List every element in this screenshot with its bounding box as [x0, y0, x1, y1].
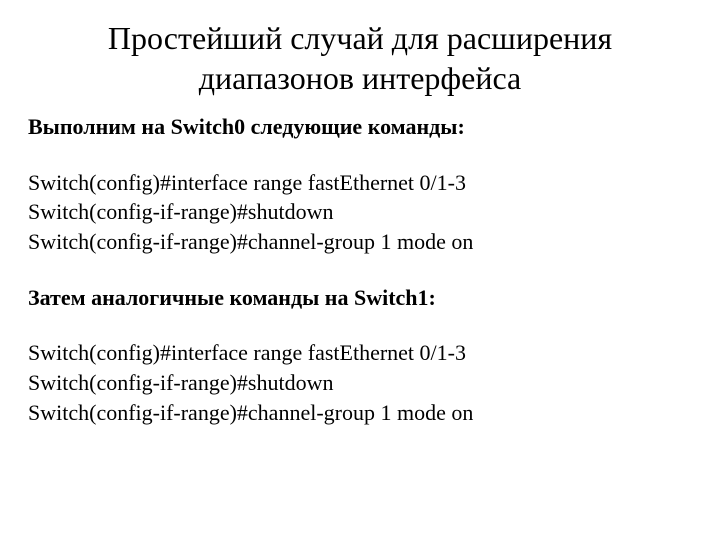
command-line: Switch(config)#interface range fastEther…: [28, 168, 692, 198]
title-line-1: Простейший случай для расширения: [108, 20, 612, 56]
section-1-heading: Выполним на Switch0 следующие команды:: [28, 112, 692, 142]
section-2: Затем аналогичные команды на Switch1:: [28, 283, 692, 313]
title-line-2: диапазонов интерфейса: [199, 60, 522, 96]
section-2-heading: Затем аналогичные команды на Switch1:: [28, 283, 692, 313]
section-1-commands: Switch(config)#interface range fastEther…: [28, 168, 692, 257]
command-line: Switch(config-if-range)#channel-group 1 …: [28, 227, 692, 257]
section-2-commands: Switch(config)#interface range fastEther…: [28, 338, 692, 427]
command-line: Switch(config-if-range)#shutdown: [28, 197, 692, 227]
command-line: Switch(config)#interface range fastEther…: [28, 338, 692, 368]
slide-title: Простейший случай для расширения диапазо…: [28, 18, 692, 98]
command-line: Switch(config-if-range)#channel-group 1 …: [28, 398, 692, 428]
slide-body: Выполним на Switch0 следующие команды: S…: [28, 112, 692, 428]
section-1: Выполним на Switch0 следующие команды:: [28, 112, 692, 142]
command-line: Switch(config-if-range)#shutdown: [28, 368, 692, 398]
